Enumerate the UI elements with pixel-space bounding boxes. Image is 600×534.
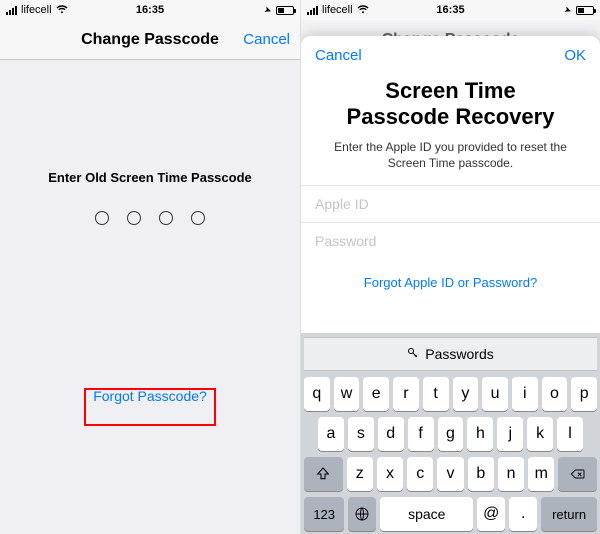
key-p[interactable]: p [571, 377, 597, 411]
key-x[interactable]: x [377, 457, 403, 491]
key-f[interactable]: f [408, 417, 434, 451]
key-o[interactable]: o [542, 377, 568, 411]
keyboard-row-1: qwertyuiop [304, 377, 597, 411]
key-g[interactable]: g [438, 417, 464, 451]
annotation-highlight-box [84, 388, 216, 426]
passcode-dot [95, 211, 109, 225]
forgot-apple-id-link[interactable]: Forgot Apple ID or Password? [301, 259, 600, 306]
key-q[interactable]: q [304, 377, 330, 411]
apple-id-field[interactable]: Apple ID [301, 185, 600, 222]
password-field[interactable]: Password [301, 222, 600, 259]
shift-key[interactable] [304, 457, 343, 491]
battery-icon [576, 6, 594, 15]
status-bar: lifecell 16:35 ➤ [0, 0, 300, 20]
passcode-dot [191, 211, 205, 225]
battery-icon [276, 6, 294, 15]
key-t[interactable]: t [423, 377, 449, 411]
status-time: 16:35 [301, 4, 600, 16]
screen-passcode-recovery: lifecell 16:35 ➤ Change Passcode Cancel … [300, 0, 600, 534]
at-key[interactable]: @ [477, 497, 505, 531]
key-u[interactable]: u [482, 377, 508, 411]
key-m[interactable]: m [528, 457, 554, 491]
key-y[interactable]: y [453, 377, 479, 411]
sheet-cancel-button[interactable]: Cancel [315, 47, 362, 64]
sheet-title: Screen Time Passcode Recovery [301, 74, 600, 139]
screen-change-passcode: lifecell 16:35 ➤ Change Passcode Cancel … [0, 0, 300, 534]
key-v[interactable]: v [437, 457, 463, 491]
key-z[interactable]: z [347, 457, 373, 491]
key-k[interactable]: k [527, 417, 553, 451]
key-s[interactable]: s [348, 417, 374, 451]
nav-bar: Change Passcode Cancel [0, 20, 300, 60]
status-bar: lifecell 16:35 ➤ [301, 0, 600, 20]
space-key[interactable]: space [380, 497, 473, 531]
key-h[interactable]: h [467, 417, 493, 451]
sheet-title-line2: Passcode Recovery [347, 104, 555, 129]
key-d[interactable]: d [378, 417, 404, 451]
enter-passcode-prompt: Enter Old Screen Time Passcode [0, 170, 300, 185]
sheet-ok-button[interactable]: OK [564, 47, 586, 64]
key-j[interactable]: j [497, 417, 523, 451]
sheet-title-line1: Screen Time [385, 78, 515, 103]
passcode-dots[interactable] [0, 211, 300, 225]
backspace-key[interactable] [558, 457, 597, 491]
globe-key[interactable] [348, 497, 376, 531]
key-a[interactable]: a [318, 417, 344, 451]
cancel-button[interactable]: Cancel [243, 31, 290, 48]
passcode-dot [127, 211, 141, 225]
key-c[interactable]: c [407, 457, 433, 491]
return-key[interactable]: return [541, 497, 597, 531]
numbers-key[interactable]: 123 [304, 497, 344, 531]
keyboard-suggestion-bar[interactable]: Passwords [304, 337, 597, 371]
nav-title: Change Passcode [81, 31, 219, 49]
key-r[interactable]: r [393, 377, 419, 411]
sheet-subtitle: Enter the Apple ID you provided to reset… [301, 139, 600, 185]
key-n[interactable]: n [498, 457, 524, 491]
dot-key[interactable]: . [509, 497, 537, 531]
keyboard-suggestion-label: Passwords [425, 346, 493, 362]
keyboard-row-3: zxcvbnm [304, 457, 597, 491]
keyboard: Passwords qwertyuiop asdfghjkl zxcvbnm 1… [301, 333, 600, 534]
keyboard-row-4: 123 space @ . return [304, 497, 597, 531]
keyboard-row-2: asdfghjkl [304, 417, 597, 451]
status-time: 16:35 [0, 4, 300, 16]
key-b[interactable]: b [468, 457, 494, 491]
passcode-dot [159, 211, 173, 225]
key-w[interactable]: w [334, 377, 360, 411]
key-e[interactable]: e [363, 377, 389, 411]
recovery-sheet: Cancel OK Screen Time Passcode Recovery … [301, 36, 600, 534]
key-i[interactable]: i [512, 377, 538, 411]
key-icon [407, 346, 419, 362]
key-l[interactable]: l [557, 417, 583, 451]
